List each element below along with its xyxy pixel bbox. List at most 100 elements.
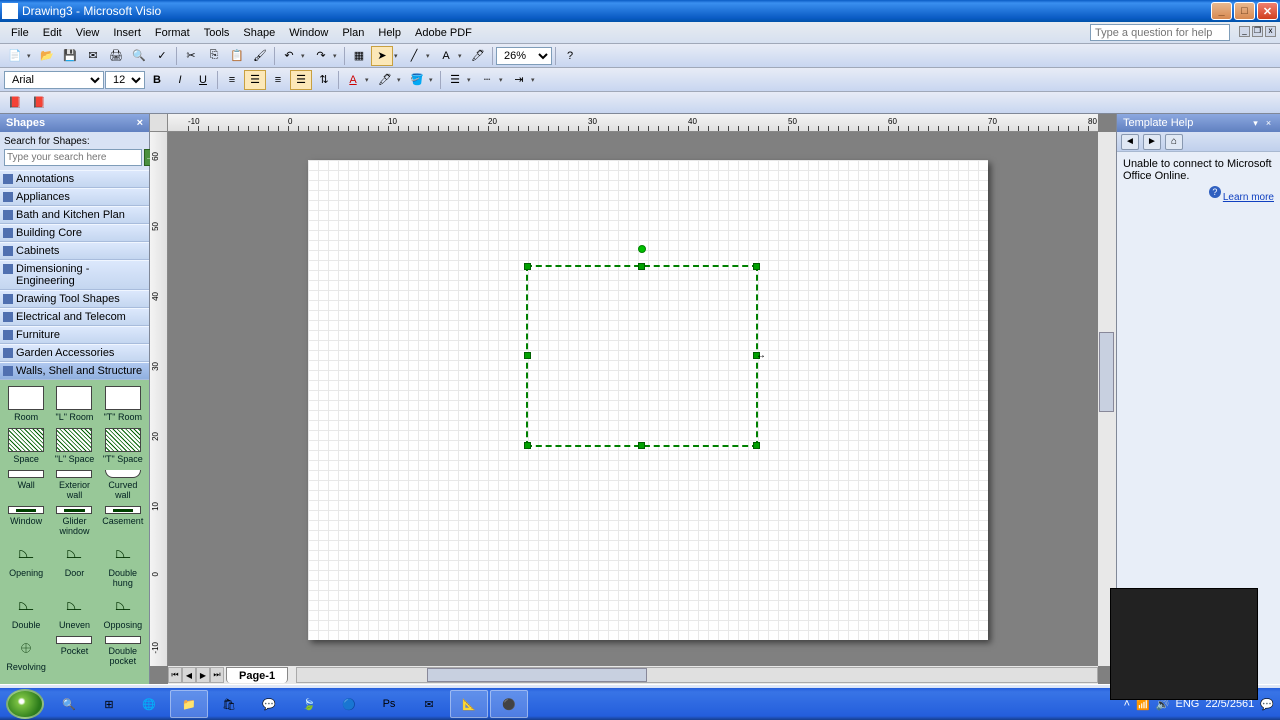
taskbar-chrome-icon[interactable]: 🔵 bbox=[330, 690, 368, 718]
shapes-panel-close[interactable]: × bbox=[137, 117, 143, 129]
pdf-convert-button[interactable]: 📕 bbox=[4, 93, 26, 113]
italic-button[interactable]: I bbox=[169, 70, 191, 90]
save-button[interactable]: 💾 bbox=[59, 46, 81, 66]
resize-handle-s[interactable] bbox=[638, 442, 645, 449]
fill-color-button[interactable]: 🪣 bbox=[406, 70, 428, 90]
align-center-button[interactable]: ☰ bbox=[244, 70, 266, 90]
menu-adobepdf[interactable]: Adobe PDF bbox=[408, 25, 479, 41]
undo-button[interactable]: ↶ bbox=[278, 46, 300, 66]
underline-button[interactable]: U bbox=[192, 70, 214, 90]
learn-more-link[interactable]: Learn more bbox=[1223, 192, 1274, 203]
help-button[interactable]: ? bbox=[559, 46, 581, 66]
resize-handle-sw[interactable] bbox=[524, 442, 531, 449]
help-panel-dropdown[interactable]: ▾ bbox=[1250, 118, 1261, 129]
line-pattern-button[interactable]: ┄ bbox=[476, 70, 498, 90]
stencil-walls-shell[interactable]: Walls, Shell and Structure bbox=[0, 362, 149, 380]
pointer-tool-button[interactable]: ➤ bbox=[371, 46, 393, 66]
taskbar-mail-icon[interactable]: ✉ bbox=[410, 690, 448, 718]
tray-notifications-icon[interactable]: 💬 bbox=[1260, 698, 1274, 711]
rotation-handle[interactable] bbox=[638, 245, 646, 253]
taskbar-app1-icon[interactable]: 🍃 bbox=[290, 690, 328, 718]
close-button[interactable]: ✕ bbox=[1257, 2, 1278, 20]
shape-dblpocket[interactable]: Double pocket bbox=[101, 634, 145, 674]
taskbar-taskview-icon[interactable]: ⊞ bbox=[90, 690, 128, 718]
shape-wall[interactable]: Wall bbox=[4, 468, 48, 502]
stencil-bath-kitchen[interactable]: Bath and Kitchen Plan bbox=[0, 206, 149, 224]
horizontal-scrollbar[interactable] bbox=[296, 667, 1098, 683]
font-size-combo[interactable]: 12pt bbox=[105, 71, 145, 89]
menu-help[interactable]: Help bbox=[371, 25, 408, 41]
redo-button[interactable]: ↷ bbox=[310, 46, 332, 66]
vertical-ruler[interactable]: 6050403020100-10 bbox=[150, 132, 168, 666]
pdf-convert-email-button[interactable]: 📕 bbox=[28, 93, 50, 113]
taskbar-line-icon[interactable]: 💬 bbox=[250, 690, 288, 718]
email-button[interactable]: ✉ bbox=[82, 46, 104, 66]
spell-button[interactable]: ✓ bbox=[151, 46, 173, 66]
shape-uneven[interactable]: Uneven bbox=[52, 592, 96, 632]
stencil-building-core[interactable]: Building Core bbox=[0, 224, 149, 242]
resize-handle-w[interactable] bbox=[524, 352, 531, 359]
align-justify-button[interactable]: ☰ bbox=[290, 70, 312, 90]
help-panel-close[interactable]: × bbox=[1263, 118, 1274, 129]
menu-view[interactable]: View bbox=[69, 25, 107, 41]
shape-double[interactable]: Double bbox=[4, 592, 48, 632]
drawing-page[interactable]: ↔ bbox=[308, 160, 988, 640]
stencil-furniture[interactable]: Furniture bbox=[0, 326, 149, 344]
shape-door[interactable]: Door bbox=[52, 540, 96, 590]
font-combo[interactable]: Arial bbox=[4, 71, 104, 89]
shape-pocket[interactable]: Pocket bbox=[52, 634, 96, 674]
resize-handle-n[interactable] bbox=[638, 263, 645, 270]
text-tool-button[interactable]: A bbox=[435, 46, 457, 66]
menu-shape[interactable]: Shape bbox=[236, 25, 282, 41]
menu-window[interactable]: Window bbox=[282, 25, 335, 41]
zoom-combo[interactable]: 26% bbox=[496, 47, 552, 65]
page-nav-last[interactable]: ⏭ bbox=[210, 667, 224, 683]
shape-lspace[interactable]: "L" Space bbox=[52, 426, 96, 466]
help-search-input[interactable] bbox=[1090, 24, 1230, 41]
stencil-drawing-tools[interactable]: Drawing Tool Shapes bbox=[0, 290, 149, 308]
menu-edit[interactable]: Edit bbox=[36, 25, 69, 41]
taskbar-visio-icon[interactable]: 📐 bbox=[450, 690, 488, 718]
paste-button[interactable]: 📋 bbox=[226, 46, 248, 66]
help-back-button[interactable]: ◄ bbox=[1121, 134, 1139, 150]
horizontal-ruler[interactable]: -1001020304050607080 bbox=[168, 114, 1098, 132]
line-color-button[interactable]: 🖊 bbox=[374, 70, 396, 90]
cut-button[interactable]: ✂ bbox=[180, 46, 202, 66]
shape-extwall[interactable]: Exterior wall bbox=[52, 468, 96, 502]
stencil-annotations[interactable]: Annotations bbox=[0, 170, 149, 188]
vertical-scrollbar[interactable] bbox=[1098, 132, 1116, 666]
line-weight-button[interactable]: ☰ bbox=[444, 70, 466, 90]
print-preview-button[interactable]: 🔍 bbox=[128, 46, 150, 66]
shape-opposing[interactable]: Opposing bbox=[101, 592, 145, 632]
taskbar-search-icon[interactable]: 🔍 bbox=[50, 690, 88, 718]
shape-curvedwall[interactable]: Curved wall bbox=[101, 468, 145, 502]
shape-glider[interactable]: Glider window bbox=[52, 504, 96, 538]
print-button[interactable]: 🖨 bbox=[105, 46, 127, 66]
selected-room-shape[interactable]: ↔ bbox=[526, 265, 758, 447]
resize-handle-se[interactable] bbox=[753, 442, 760, 449]
stencil-electrical[interactable]: Electrical and Telecom bbox=[0, 308, 149, 326]
shape-casement[interactable]: Casement bbox=[101, 504, 145, 538]
canvas-viewport[interactable]: ↔ bbox=[168, 132, 1098, 666]
page-nav-prev[interactable]: ◀ bbox=[182, 667, 196, 683]
line-ends-button[interactable]: ⇥ bbox=[508, 70, 530, 90]
maximize-button[interactable]: □ bbox=[1234, 2, 1255, 20]
doc-close-button[interactable]: x bbox=[1265, 26, 1276, 37]
connector-tool-button[interactable]: ╱ bbox=[403, 46, 425, 66]
copy-button[interactable]: ⎘ bbox=[203, 46, 225, 66]
shape-troom[interactable]: "T" Room bbox=[101, 384, 145, 424]
menu-format[interactable]: Format bbox=[148, 25, 197, 41]
ink-tool-button[interactable]: 🖊 bbox=[467, 46, 489, 66]
stencil-cabinets[interactable]: Cabinets bbox=[0, 242, 149, 260]
menu-tools[interactable]: Tools bbox=[197, 25, 237, 41]
distribute-button[interactable]: ⇅ bbox=[313, 70, 335, 90]
bold-button[interactable]: B bbox=[146, 70, 168, 90]
menu-insert[interactable]: Insert bbox=[106, 25, 148, 41]
taskbar-store-icon[interactable]: 🛍 bbox=[210, 690, 248, 718]
open-button[interactable]: 📂 bbox=[36, 46, 58, 66]
shape-window[interactable]: Window bbox=[4, 504, 48, 538]
resize-handle-nw[interactable] bbox=[524, 263, 531, 270]
page-tab-1[interactable]: Page-1 bbox=[226, 667, 288, 683]
help-forward-button[interactable]: ► bbox=[1143, 134, 1161, 150]
format-painter-button[interactable]: 🖌 bbox=[249, 46, 271, 66]
